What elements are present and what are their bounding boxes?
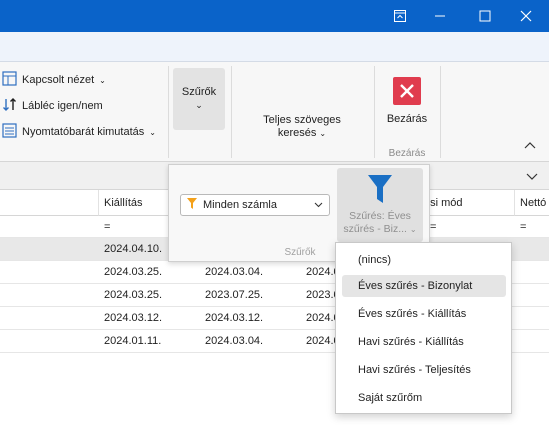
ribbon-divider: [168, 66, 169, 158]
chevron-down-icon: ⌄: [99, 75, 106, 85]
filter-equals[interactable]: =: [520, 216, 526, 238]
dropdown-item-monthly-fulfillment[interactable]: Havi szűrés - Teljesítés: [342, 359, 506, 381]
tab-strip: [0, 32, 549, 62]
cell-kiallitas: 2024.03.25.: [104, 266, 163, 278]
fulltext-search-line2: keresés: [277, 127, 317, 139]
window-close-button[interactable]: [506, 0, 546, 32]
title-bar: [0, 0, 549, 32]
chevron-down-icon: ⌄: [149, 127, 156, 137]
chevron-down-icon: ⌄: [319, 129, 327, 138]
close-ribbon-button[interactable]: Bezárás: [380, 72, 434, 130]
filter-equals[interactable]: =: [104, 216, 110, 238]
cell-date-2: 2023.07.25.: [205, 289, 264, 301]
saved-filter-line2-wrap: szűrés - Biz... ⌄: [337, 223, 423, 236]
cell-date-3: 2024.0: [306, 266, 336, 278]
list-report-icon: [2, 123, 17, 141]
cell-kiallitas: 2024.03.12.: [104, 312, 163, 324]
chevron-down-icon: [314, 199, 323, 211]
cell-kiallitas: 2024.04.10.: [104, 243, 163, 255]
ribbon-divider: [440, 66, 441, 158]
fulltext-search-button[interactable]: Teljes szöveges keresés ⌄: [248, 112, 356, 142]
chevron-down-icon: ⌄: [195, 100, 203, 110]
cell-date-2: 2024.03.04.: [205, 335, 264, 347]
close-group-label: Bezárás: [388, 148, 426, 159]
saved-filter-button[interactable]: Szűrés: Éves szűrés - Biz... ⌄: [337, 168, 423, 242]
linked-view-label: Kapcsolt nézet: [22, 74, 95, 86]
maximize-button[interactable]: [465, 0, 505, 32]
filter-funnel-icon: [367, 174, 393, 207]
restore-view-icon[interactable]: [380, 0, 420, 32]
fulltext-search-line2-wrap: keresés ⌄: [278, 127, 326, 140]
close-ribbon-label: Bezárás: [386, 112, 428, 125]
invoice-filter-select[interactable]: Minden számla: [180, 194, 330, 216]
ribbon-divider: [231, 66, 232, 158]
cell-date-3: 2024.0: [306, 312, 336, 324]
expand-chevron-icon[interactable]: [526, 172, 538, 184]
ribbon: Kapcsolt nézet ⌄ Lábléc igen/nem Nyomtat…: [0, 62, 549, 162]
dropdown-item-own-filter[interactable]: Saját szűrőm: [342, 387, 506, 409]
print-report-button[interactable]: Nyomtatóbarát kimutatás ⌄: [2, 123, 156, 141]
chevron-down-icon: ⌄: [409, 225, 417, 234]
saved-filter-line1: Szűrés: Éves: [349, 210, 411, 222]
close-red-icon: [393, 76, 421, 105]
cell-date-3: 2023.0: [306, 289, 336, 301]
cell-kiallitas: 2024.01.11.: [104, 335, 162, 347]
cell-date-2: 2024.03.04.: [205, 266, 264, 278]
linked-view-button[interactable]: Kapcsolt nézet ⌄: [2, 71, 106, 89]
print-report-label: Nyomtatóbarát kimutatás: [22, 126, 145, 138]
sort-arrows-icon: [2, 97, 17, 115]
cell-date-3: 2024.0: [306, 335, 336, 347]
invoice-filter-value: Minden számla: [203, 199, 277, 211]
footer-toggle-button[interactable]: Lábléc igen/nem: [2, 97, 103, 115]
footer-toggle-label: Lábléc igen/nem: [22, 100, 103, 112]
saved-filter-line2: szűrés - Biz...: [343, 223, 407, 235]
filters-ribbon-label: Szűrők: [181, 86, 217, 98]
cell-date-2: 2024.03.12.: [205, 312, 264, 324]
saved-filter-dropdown: (nincs) Éves szűrés - Bizonylat Éves szű…: [335, 242, 512, 414]
filters-ribbon-button[interactable]: Szűrők ⌄: [173, 68, 225, 130]
filter-equals[interactable]: =: [430, 216, 436, 238]
minimize-button[interactable]: [420, 0, 460, 32]
linked-view-icon: [2, 71, 17, 89]
dropdown-item-none[interactable]: (nincs): [342, 249, 506, 271]
dropdown-item-yearly-document[interactable]: Éves szűrés - Bizonylat: [342, 275, 506, 297]
column-header-empty[interactable]: [0, 190, 99, 216]
fulltext-search-line1: Teljes szöveges: [263, 114, 341, 126]
cell-kiallitas: 2024.03.25.: [104, 289, 163, 301]
collapse-ribbon-icon[interactable]: [524, 140, 536, 152]
filter-funnel-orange-icon: [187, 198, 197, 212]
dropdown-item-yearly-issue[interactable]: Éves szűrés - Kiállítás: [342, 303, 506, 325]
ribbon-divider: [374, 66, 375, 158]
dropdown-item-monthly-issue[interactable]: Havi szűrés - Kiállítás: [342, 331, 506, 353]
column-header-netto[interactable]: Nettó: [515, 190, 549, 216]
